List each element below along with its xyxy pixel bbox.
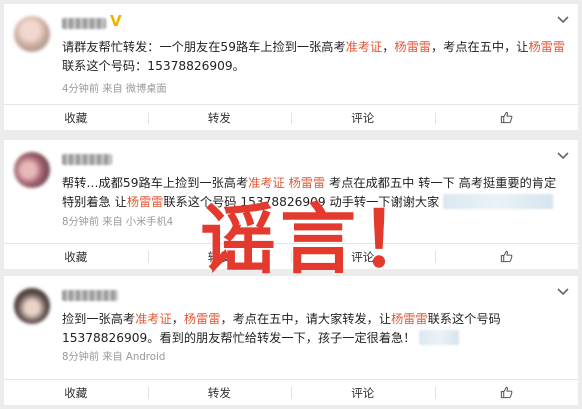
like-button[interactable]	[434, 380, 579, 405]
highlight-keyword[interactable]: 准考证	[346, 40, 383, 54]
avatar[interactable]	[14, 16, 50, 52]
highlight-keyword[interactable]: 杨雷雷	[127, 195, 164, 209]
post-text: 帮转…成都59路车上捡到一张高考	[62, 176, 249, 190]
chevron-down-icon[interactable]	[556, 14, 570, 24]
rumor-stamp: 谣言！	[200, 195, 440, 284]
thumbs-up-icon	[500, 111, 513, 124]
weibo-post: V 请群友帮忙转发：一个朋友在59路车上捡到一张高考准考证，杨雷雷，考点在五中，…	[4, 4, 578, 130]
avatar[interactable]	[14, 152, 50, 188]
post-meta: 8分钟前 来自 Android	[62, 352, 166, 363]
thumbs-up-icon	[500, 250, 513, 263]
post-content: 请群友帮忙转发：一个朋友在59路车上捡到一张高考准考证，杨雷雷，考点在五中，让杨…	[62, 38, 567, 76]
favorite-button[interactable]: 收藏	[4, 380, 148, 405]
thumbs-up-icon	[500, 386, 513, 399]
chevron-down-icon[interactable]	[556, 150, 570, 160]
repost-button[interactable]: 转发	[147, 380, 292, 405]
redacted-text	[443, 194, 554, 209]
favorite-button[interactable]: 收藏	[4, 105, 148, 130]
comment-button[interactable]: 评论	[291, 105, 435, 130]
post-meta: 4分钟前 来自 微博桌面	[62, 84, 167, 95]
post-meta: 8分钟前 来自 小米手机4	[62, 217, 174, 228]
highlight-keyword[interactable]: 杨雷雷	[184, 312, 221, 326]
post-content: 捡到一张高考准考证，杨雷雷，考点在五中，请大家转发，让杨雷雷联系这个号码1537…	[62, 310, 567, 348]
comment-button[interactable]: 评论	[291, 380, 435, 405]
highlight-keyword[interactable]: 准考证	[248, 176, 285, 190]
post-text: ，考点在五中，请大家转发，让	[220, 312, 392, 326]
highlight-keyword[interactable]: 杨雷雷	[391, 312, 428, 326]
chevron-down-icon[interactable]	[556, 286, 570, 296]
highlight-keyword[interactable]: 准考证	[135, 312, 172, 326]
highlight-keyword[interactable]: 杨雷雷	[528, 40, 565, 54]
post-text: ，考点在五中，让	[430, 40, 529, 54]
like-button[interactable]	[434, 244, 579, 269]
post-text: ，	[382, 40, 395, 54]
username-blurred[interactable]	[62, 154, 112, 165]
post-text: 捡到一张高考	[62, 312, 136, 326]
post-text: 联系这个号码：15378826909。	[62, 59, 245, 73]
post-text: 请群友帮忙转发：一个朋友在59路车上捡到一张高考	[62, 40, 346, 54]
avatar[interactable]	[14, 288, 50, 324]
repost-button[interactable]: 转发	[147, 105, 292, 130]
weibo-post: 捡到一张高考准考证，杨雷雷，考点在五中，请大家转发，让杨雷雷联系这个号码1537…	[4, 276, 578, 405]
favorite-button[interactable]: 收藏	[4, 244, 148, 269]
username-blurred[interactable]	[62, 18, 106, 29]
like-button[interactable]	[434, 105, 579, 130]
username-blurred[interactable]	[62, 290, 118, 301]
action-bar: 收藏 转发 评论	[4, 379, 578, 405]
highlight-keyword[interactable]: 杨雷雷	[289, 176, 326, 190]
post-text: ，	[171, 312, 184, 326]
vip-badge-icon: V	[110, 12, 122, 30]
highlight-keyword[interactable]: 杨雷雷	[394, 40, 431, 54]
action-bar: 收藏 转发 评论	[4, 104, 578, 130]
redacted-text	[419, 330, 460, 345]
